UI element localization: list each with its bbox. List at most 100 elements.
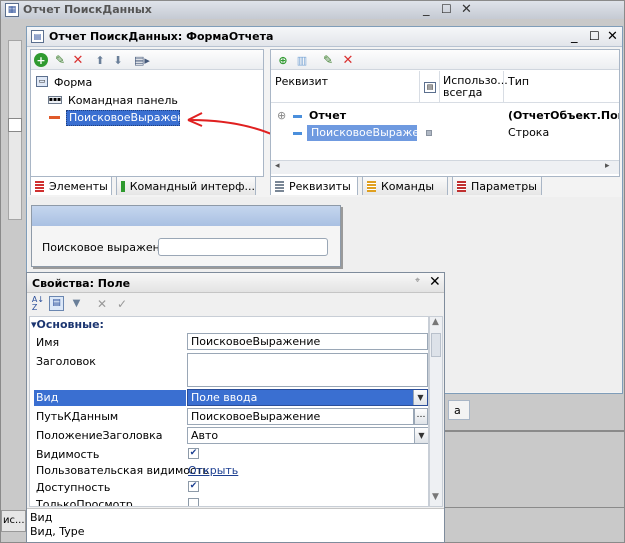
elements-tab-icon [35, 180, 44, 192]
outer-title-bar: ▦ Отчет ПоискДанных _ ☐ ✕ [1, 1, 624, 19]
prop-checkbox-enabled[interactable]: ✔ [188, 481, 199, 492]
form-window-title: Отчет ПоискДанных: ФормаОтчета [49, 30, 274, 43]
tab-commands[interactable]: Команды [362, 176, 448, 195]
attribute-name: Отчет [309, 109, 347, 122]
pin-icon[interactable]: ⌖ [415, 276, 420, 286]
add-attribute-icon[interactable]: ⊕ [276, 53, 290, 67]
ellipsis-button[interactable]: … [414, 408, 428, 425]
property-description: Вид Вид, Type [27, 508, 444, 542]
tree-item-search-expression[interactable]: ПоисковоеВыражение [48, 110, 198, 126]
prop-label-name: Имя [36, 336, 60, 349]
column-divider [439, 71, 440, 103]
section-header[interactable]: ▾Основные: [31, 318, 104, 331]
attribute-icon [293, 115, 302, 118]
properties-title-bar: Свойства: Поле ⌖ ✕ [27, 273, 444, 293]
maximize-icon[interactable]: ☐ [441, 2, 452, 16]
column-divider [419, 71, 420, 103]
background-divider [444, 507, 625, 508]
delete-icon[interactable]: ✕ [71, 53, 85, 67]
form-preview: Поисковое выражение: [31, 205, 341, 267]
prop-input-caption[interactable] [187, 353, 428, 387]
prop-select-titlepos[interactable]: Авто [187, 427, 428, 444]
move-down-icon[interactable]: ⬇ [111, 53, 125, 67]
table-row[interactable]: ⊕ Отчет (ОтчетОбъект.Поиск [271, 108, 619, 124]
background-taskbar-text: ис... [3, 515, 25, 526]
form-minimize-icon[interactable]: _ [571, 29, 578, 44]
parameters-tab-icon [457, 180, 466, 192]
background-taskbar-item: ис... [1, 510, 26, 532]
filter-icon[interactable]: ▼ [69, 296, 84, 311]
scrollbar-thumb[interactable] [431, 333, 441, 357]
form-node-icon: ▭ [36, 76, 48, 87]
column-header-attribute: Реквизит [275, 75, 329, 88]
close-icon[interactable]: ✕ [461, 2, 472, 17]
scroll-down-icon[interactable]: ▼ [432, 492, 439, 502]
tab-parameters[interactable]: Параметры [452, 176, 542, 195]
apply-icon[interactable]: ✓ [115, 296, 129, 311]
edit-icon[interactable]: ✎ [53, 53, 67, 67]
chevron-down-icon[interactable]: ▼ [413, 390, 427, 405]
chevron-down-icon[interactable]: ▼ [414, 428, 428, 443]
vertical-scrollbar[interactable]: ▲ ▼ [429, 316, 443, 507]
prop-select-kind-value: Поле ввода [191, 391, 258, 404]
annotation-arrow [187, 112, 277, 137]
edit-attribute-icon[interactable]: ✎ [321, 53, 335, 67]
description-title: Вид [30, 511, 53, 524]
move-up-icon[interactable]: ⬆ [93, 53, 107, 67]
delete-attribute-icon[interactable]: ✕ [341, 53, 355, 67]
form-close-icon[interactable]: ✕ [607, 29, 618, 44]
add-column-icon[interactable]: ▥ [295, 53, 309, 67]
form-window-title-bar: ▤ Отчет ПоискДанных: ФормаОтчета _ ☐ ✕ [27, 27, 622, 47]
scroll-left-icon[interactable]: ◂ [275, 161, 280, 171]
attribute-type: (ОтчетОбъект.Поиск [508, 109, 619, 122]
attributes-tab-icon [275, 180, 284, 192]
tab-elements[interactable]: Элементы [30, 176, 112, 195]
attribute-type: Строка [508, 126, 550, 139]
tab-label: Реквизиты [289, 179, 351, 193]
form-icon: ▤ [31, 30, 44, 43]
prop-label-kind: Вид [36, 391, 59, 404]
add-icon[interactable]: + [34, 53, 48, 67]
expand-icon[interactable]: ⊕ [277, 109, 286, 122]
form-maximize-icon[interactable]: ☐ [589, 29, 600, 43]
column-header-type: Тип [508, 75, 530, 88]
background-side-tab [8, 118, 22, 132]
properties-toolbar: A↓ Z ▤ ▼ ✕ ✓ [27, 294, 444, 314]
prop-checkbox-readonly[interactable] [188, 498, 199, 506]
prop-label-caption: Заголовок [36, 355, 96, 368]
sort-alphabetical-icon[interactable]: A↓ Z [31, 295, 45, 311]
prop-label-datapath: ПутьКДанным [36, 410, 119, 423]
prop-label-visible: Видимость [36, 448, 100, 461]
description-text: Вид, Type [30, 525, 85, 538]
tab-command-interface[interactable]: Командный интерф... [116, 176, 256, 195]
column-header-always-use: Использо... всегда [443, 74, 508, 99]
cancel-icon[interactable]: ✕ [95, 296, 109, 311]
categorized-icon[interactable]: ▤ [49, 296, 64, 311]
tab-label: Параметры [471, 179, 537, 193]
horizontal-scrollbar[interactable]: ◂ ▸ [271, 160, 619, 174]
scroll-up-icon[interactable]: ▲ [432, 317, 439, 327]
prop-input-name[interactable]: ПоисковоеВыражение [187, 333, 428, 350]
attributes-header: Реквизит ▤ Использо... всегда Тип [271, 71, 619, 103]
properties-close-icon[interactable]: ✕ [429, 274, 441, 290]
section-label: Основные: [36, 318, 104, 331]
tab-label: Команды [381, 179, 435, 193]
menu-icon[interactable]: ▤▸ [133, 53, 151, 67]
prop-checkbox-visible[interactable]: ✔ [188, 448, 199, 459]
prop-label-titlepos: ПоложениеЗаголовка [36, 429, 163, 442]
background-tab-fragment: а [448, 400, 470, 420]
preview-field-input[interactable] [158, 238, 328, 256]
prop-link-uservis[interactable]: Открыть [188, 464, 238, 477]
attribute-icon [293, 132, 302, 135]
attributes-toolbar: ⊕ ▥ ✎ ✕ [271, 50, 619, 70]
prop-input-datapath[interactable]: ПоисковоеВыражение [187, 408, 414, 425]
prop-select-kind[interactable]: Поле ввода ▼ [187, 389, 428, 406]
table-row[interactable]: ПоисковоеВыраже... Строка [271, 125, 619, 141]
tree-item-command-bar[interactable]: ▪▪▪ Командная панель [48, 93, 248, 109]
tree-item-form[interactable]: ▭ Форма [36, 75, 236, 91]
tab-attributes[interactable]: Реквизиты [270, 176, 358, 195]
minimize-icon[interactable]: _ [423, 2, 430, 17]
scroll-right-icon[interactable]: ▸ [605, 161, 610, 171]
command-interface-tab-icon [121, 180, 125, 192]
property-grid: ▾Основные: Имя ПоисковоеВыражение Заголо… [29, 316, 429, 507]
